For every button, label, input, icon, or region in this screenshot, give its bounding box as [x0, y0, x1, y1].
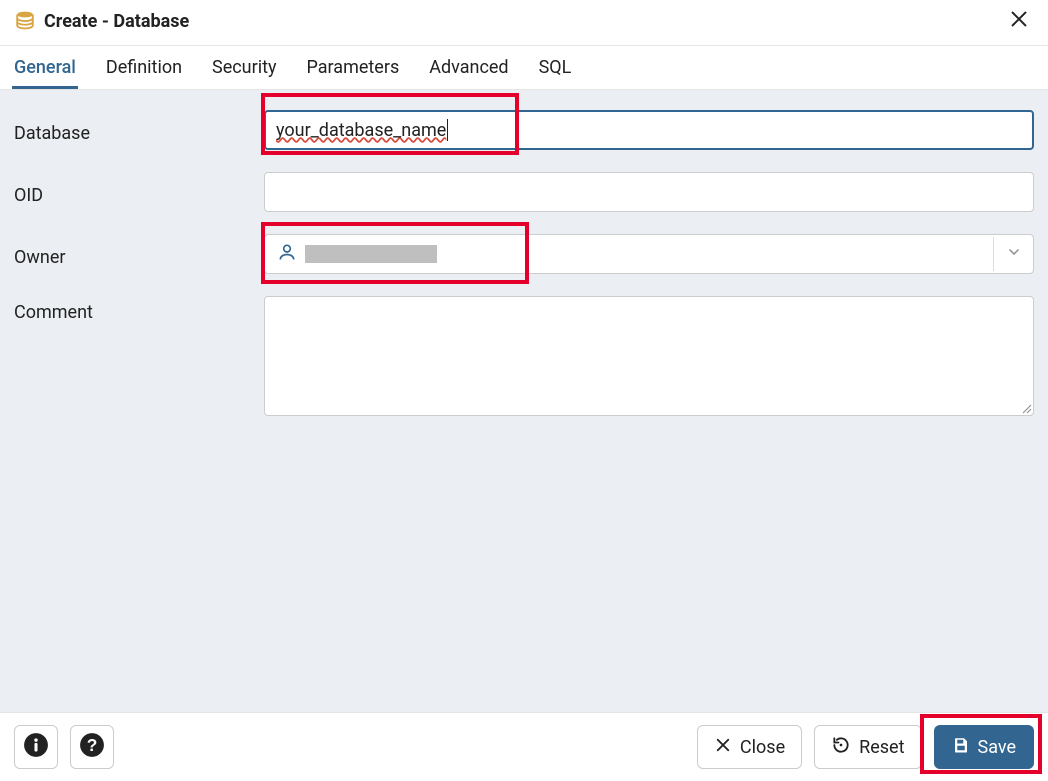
close-button[interactable]: Close: [697, 725, 802, 769]
close-x-icon: [714, 736, 732, 759]
tab-security[interactable]: Security: [212, 47, 276, 88]
owner-value-redacted: [305, 245, 437, 263]
titlebar: Create - Database: [0, 0, 1048, 46]
owner-dropdown-toggle[interactable]: [993, 237, 1033, 271]
general-panel: Database your_database_name OID Owner: [0, 90, 1048, 712]
owner-select[interactable]: [264, 234, 1034, 274]
database-input-value: your_database_name: [276, 120, 446, 141]
info-icon: [23, 732, 49, 762]
resize-handle-icon[interactable]: [1020, 402, 1032, 414]
save-icon: [952, 736, 970, 759]
owner-label: Owner: [14, 241, 244, 268]
reset-button[interactable]: Reset: [814, 725, 921, 769]
oid-input[interactable]: [264, 172, 1034, 212]
tab-definition[interactable]: Definition: [106, 47, 182, 88]
dialog-footer: ? Close Reset: [0, 712, 1048, 781]
reset-button-label: Reset: [859, 737, 904, 758]
user-icon: [277, 242, 297, 266]
reset-icon: [831, 735, 851, 760]
tab-advanced[interactable]: Advanced: [429, 47, 508, 88]
database-label: Database: [14, 117, 244, 144]
text-caret: [447, 119, 448, 141]
database-input[interactable]: your_database_name: [264, 110, 1034, 150]
chevron-down-icon: [1006, 244, 1022, 264]
database-icon: [14, 9, 36, 35]
tab-general[interactable]: General: [14, 47, 76, 88]
dialog-title: Create - Database: [44, 11, 189, 32]
tab-bar: General Definition Security Parameters A…: [0, 46, 1048, 90]
close-icon[interactable]: [1004, 8, 1034, 35]
tab-sql[interactable]: SQL: [539, 47, 572, 88]
comment-textarea[interactable]: [264, 296, 1034, 416]
comment-label: Comment: [14, 296, 244, 323]
tab-parameters[interactable]: Parameters: [307, 47, 400, 88]
close-button-label: Close: [740, 737, 785, 758]
save-button[interactable]: Save: [934, 725, 1035, 769]
help-button[interactable]: ?: [70, 725, 114, 769]
question-icon: ?: [79, 732, 105, 762]
oid-label: OID: [14, 179, 244, 206]
info-button[interactable]: [14, 725, 58, 769]
svg-text:?: ?: [87, 735, 98, 755]
save-button-label: Save: [978, 737, 1017, 758]
